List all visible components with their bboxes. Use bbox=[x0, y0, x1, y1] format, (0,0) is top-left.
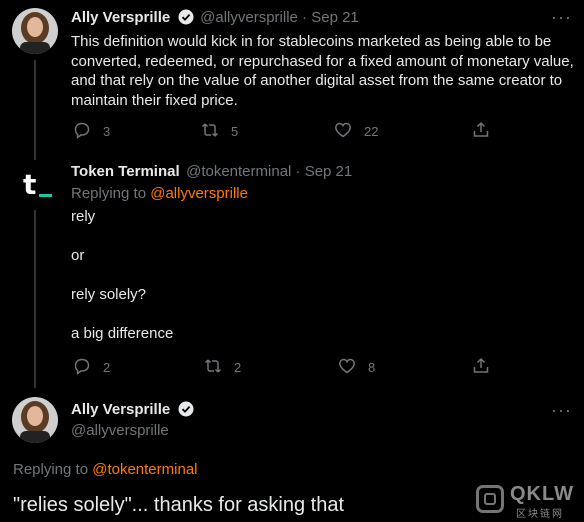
tweet-text-line: and that rely on the value of another di… bbox=[71, 72, 563, 90]
handle-date[interactable]: @allyversprille · Sep 21 bbox=[200, 9, 359, 26]
replying-to-label: Replying to bbox=[13, 461, 93, 478]
tweet-line: rely solely? bbox=[71, 286, 147, 303]
tweet-text-line: maintain their fixed price. bbox=[71, 91, 238, 109]
tweet-text-line: This definition would kick in for stable… bbox=[71, 33, 552, 50]
reply-icon bbox=[73, 121, 91, 142]
replying-to: Replying to @allyversprille bbox=[71, 185, 248, 202]
share-icon bbox=[472, 121, 490, 142]
watermark-sub: 区块链网 bbox=[516, 509, 564, 520]
reply-count: 3 bbox=[103, 124, 111, 139]
retweet-button[interactable]: 2 bbox=[204, 357, 241, 378]
retweet-button[interactable]: 5 bbox=[201, 121, 238, 142]
replying-to-link[interactable]: @tokenterminal bbox=[92, 461, 197, 478]
tweet-text-line: converted, redeemed, or repurchased for … bbox=[71, 52, 574, 70]
share-button[interactable] bbox=[472, 121, 490, 142]
logo-underscore bbox=[39, 194, 52, 197]
like-button[interactable]: 8 bbox=[338, 357, 375, 378]
tweet-line: rely bbox=[71, 208, 96, 225]
share-icon bbox=[472, 357, 490, 378]
more-options-icon[interactable]: ··· bbox=[551, 400, 572, 421]
tweet-text: "relies solely"... thanks for asking tha… bbox=[13, 494, 345, 516]
watermark-brand: QKLW bbox=[510, 483, 574, 505]
share-button[interactable] bbox=[472, 357, 490, 378]
like-count: 22 bbox=[364, 124, 379, 139]
thread-line bbox=[34, 60, 36, 160]
watermark-logo-inner bbox=[484, 493, 496, 505]
author-handle[interactable]: @allyversprille bbox=[71, 422, 169, 439]
tweet-line: a big difference bbox=[71, 325, 174, 342]
like-count: 8 bbox=[368, 360, 376, 375]
token-terminal-logo[interactable]: t bbox=[12, 164, 58, 210]
tweet-text: This definition would kick in for stable… bbox=[71, 32, 576, 110]
reply-count: 2 bbox=[103, 360, 111, 375]
author-name[interactable]: Ally Versprille bbox=[71, 401, 170, 418]
replying-to: Replying to @tokenterminal bbox=[13, 461, 198, 478]
verified-badge-icon bbox=[178, 401, 194, 422]
author-name[interactable]: Ally Versprille bbox=[71, 9, 170, 26]
avatar[interactable] bbox=[12, 397, 58, 443]
replying-to-label: Replying to bbox=[71, 185, 151, 202]
thread-line bbox=[34, 210, 36, 388]
tweet-line: or bbox=[71, 247, 85, 264]
retweet-count: 5 bbox=[231, 124, 239, 139]
heart-icon bbox=[338, 357, 356, 378]
retweet-icon bbox=[201, 121, 219, 142]
retweet-icon bbox=[204, 357, 222, 378]
reply-icon bbox=[73, 357, 91, 378]
more-options-icon[interactable]: ··· bbox=[551, 7, 572, 28]
avatar[interactable] bbox=[12, 8, 58, 54]
replying-to-link[interactable]: @allyversprille bbox=[150, 185, 248, 202]
heart-icon bbox=[334, 121, 352, 142]
handle-date[interactable]: @tokenterminal · Sep 21 bbox=[186, 163, 352, 180]
watermark-logo bbox=[476, 485, 504, 513]
reply-button[interactable]: 3 bbox=[73, 121, 110, 142]
verified-badge-icon bbox=[178, 9, 194, 30]
reply-button[interactable]: 2 bbox=[73, 357, 110, 378]
token-terminal-logo-text: t bbox=[23, 168, 37, 201]
retweet-count: 2 bbox=[234, 360, 242, 375]
author-name[interactable]: Token Terminal bbox=[71, 163, 180, 180]
like-button[interactable]: 22 bbox=[334, 121, 378, 142]
